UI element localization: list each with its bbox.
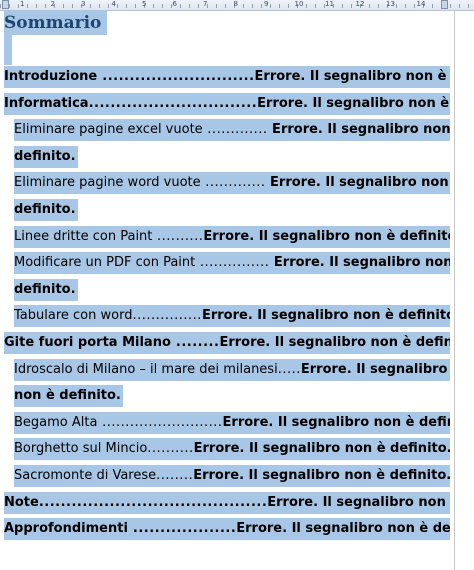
toc-error-message: Errore. Il segnalibro non è definito.: [193, 468, 450, 483]
toc-line[interactable]: Introduzione ...........................…: [4, 66, 450, 88]
toc-entry-title: Tabulare con word: [14, 308, 133, 324]
toc-entry-title: Eliminare pagine word vuote: [14, 175, 201, 191]
toc-error-message: Errore. Il segnalibro non è definito.: [254, 69, 450, 84]
toc-error-message: Errore. Il segnalibro non è definito.: [219, 335, 450, 350]
toc-leader-dots: ........: [170, 335, 220, 350]
toc-error-message: definito.: [14, 202, 76, 217]
toc-title: Sommario: [4, 11, 108, 35]
toc-leader-dots: .............: [202, 122, 268, 138]
toc-line[interactable]: Note....................................…: [4, 491, 450, 514]
toc-leader-dots: ...............: [132, 308, 202, 324]
ruler-number: 11: [325, 0, 334, 8]
toc-leader-dots: ..........: [152, 228, 204, 244]
toc-error-message: Errore. Il segnalibro: [300, 361, 448, 377]
ruler-number: 4: [111, 0, 116, 8]
toc-line[interactable]: Linee dritte con Paint ..........Errore.…: [14, 225, 450, 248]
toc-entry-title: Informatica: [4, 95, 89, 111]
ruler-number: 8: [233, 0, 238, 8]
toc-error-message: definito.: [14, 281, 76, 297]
toc-leader-dots: ..........................: [97, 414, 223, 430]
toc-leader-dots: ........................................…: [38, 494, 268, 510]
toc-entry-title: Gite fuori porta Milano: [4, 335, 171, 350]
toc-line[interactable]: Tabulare con word...............Errore. …: [14, 305, 450, 328]
document-page[interactable]: 1 2 3 4 5 6 7 8 9 10 11 12 13 14 Sommario Introduzion…: [0, 0, 474, 570]
toc-entry-title: Modificare un PDF con Paint: [14, 255, 196, 271]
toc-entry-title: Begamo Alta: [14, 414, 98, 430]
ruler-number: 13: [386, 0, 395, 8]
toc-leader-dots: .....: [277, 361, 301, 377]
toc-line[interactable]: Eliminare pagine word vuote ............…: [14, 172, 450, 195]
toc-error-message: Errore. Il segnalibro non è: [269, 255, 450, 271]
toc-error-message: Errore. Il segnalibro non è definito.: [267, 494, 450, 510]
toc-line[interactable]: Idroscalo di Milano – il mare dei milane…: [14, 358, 450, 381]
ruler-number: 5: [142, 0, 147, 8]
toc-leader-dots: ...............: [195, 255, 270, 271]
ruler-number: 10: [294, 0, 304, 8]
ruler-number: 6: [172, 0, 177, 8]
toc-error-message: Errore. Il segnalibro non è definito.: [257, 95, 450, 111]
toc-error-message: Errore. Il segnalibro non è definito.: [193, 441, 450, 457]
toc-line[interactable]: Modificare un PDF con Paint ............…: [14, 252, 450, 275]
selection-highlight: [4, 35, 12, 65]
toc-entry-title: Linee dritte con Paint: [14, 228, 153, 244]
toc-line[interactable]: Borghetto sul Mincio..........Errore. Il…: [14, 438, 450, 461]
toc-leader-dots: ..........: [147, 441, 194, 457]
toc-line[interactable]: Eliminare pagine excel vuote ...........…: [14, 119, 450, 142]
toc-line[interactable]: Sacromonte di Varese........Errore. Il s…: [14, 465, 450, 487]
toc-line[interactable]: definito.: [14, 145, 78, 168]
ruler-number: 12: [355, 0, 365, 8]
toc-leader-dots: ........: [156, 468, 194, 483]
toc-entry-title: Eliminare pagine excel vuote: [14, 122, 203, 138]
toc-error-message: Errore. Il segnalibro non è definito.: [201, 308, 450, 324]
toc-entry-title: Sacromonte di Varese: [14, 468, 157, 483]
toc-error-message: Errore. Il segnalibro non è definito.: [236, 521, 450, 537]
ruler-number: 14: [416, 0, 426, 8]
right-indent-marker[interactable]: [441, 0, 448, 9]
table-of-contents[interactable]: Sommario Introduzione ..................…: [0, 10, 474, 570]
toc-line[interactable]: Informatica.............................…: [4, 92, 450, 115]
toc-error-message: Errore. Il segnalibro non è definito.: [203, 228, 450, 244]
toc-leader-dots: ...................: [127, 521, 237, 537]
toc-leader-dots: ............................: [97, 69, 255, 84]
toc-error-message: definito.: [14, 148, 76, 164]
toc-entry-title: Approfondimenti: [4, 521, 128, 537]
ruler-number: 1: [20, 0, 25, 8]
toc-line[interactable]: definito.: [14, 278, 78, 301]
toc-error-message: Errore. Il segnalibro non è: [265, 175, 450, 191]
left-indent-marker[interactable]: [2, 0, 9, 9]
toc-entry-title: Note: [4, 494, 39, 510]
toc-entry-title: Introduzione: [4, 69, 98, 84]
toc-entry-title: Borghetto sul Mincio: [14, 441, 148, 457]
toc-line[interactable]: definito.: [14, 199, 78, 221]
toc-leader-dots: .............: [200, 175, 266, 191]
ruler-number: 3: [81, 0, 86, 8]
toc-line[interactable]: non è definito.: [14, 385, 123, 408]
ruler-numbers: 1 2 3 4 5 6 7 8 9 10 11 12 13 14: [0, 0, 474, 10]
toc-error-message: Errore. Il segnalibro non è: [267, 122, 450, 138]
toc-entry-title: Idroscalo di Milano – il mare dei milane…: [14, 361, 278, 377]
toc-error-message: non è definito.: [14, 388, 121, 404]
toc-line[interactable]: Gite fuori porta Milano ........Errore. …: [4, 332, 450, 354]
ruler-number: 9: [264, 0, 269, 8]
ruler-number: 2: [50, 0, 55, 8]
toc-line[interactable]: Approfondimenti ...................Error…: [4, 518, 450, 541]
toc-line[interactable]: Begamo Alta ..........................Er…: [14, 411, 450, 434]
toc-error-message: Errore. Il segnalibro non è definito.: [222, 414, 450, 430]
ruler-number: 7: [203, 0, 208, 8]
toc-leader-dots: ...............................: [88, 95, 258, 111]
